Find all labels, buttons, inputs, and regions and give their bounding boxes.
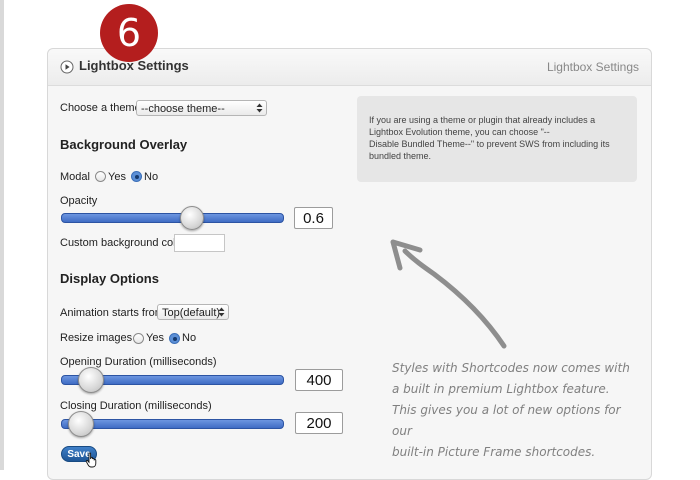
opening-duration-slider-handle[interactable]: [78, 367, 104, 393]
expand-toggle-icon[interactable]: [60, 60, 74, 74]
closing-duration-slider-handle[interactable]: [68, 411, 94, 437]
modal-label: Modal: [60, 171, 90, 183]
panel-header-caption: Lightbox Settings: [546, 60, 639, 74]
feature-annotation: Styles with Shortcodes now comes with a …: [392, 358, 642, 463]
theme-select-value: --choose theme--: [141, 103, 225, 115]
resize-images-label: Resize images: [60, 332, 133, 344]
display-options-heading: Display Options: [60, 271, 159, 286]
window-left-edge: [0, 0, 4, 470]
opacity-label: Opacity: [60, 195, 98, 207]
theme-label: Choose a theme: [60, 102, 141, 114]
info-line: Disable Bundled Theme--" to prevent SWS …: [369, 139, 610, 149]
annotation-line: This gives you a lot of new options for …: [392, 403, 621, 438]
resize-yes-label[interactable]: Yes: [146, 332, 164, 344]
resize-yes-radio[interactable]: [133, 333, 144, 344]
select-arrows-icon: [218, 307, 225, 317]
closing-duration-value-field[interactable]: 200: [295, 412, 343, 434]
annotation-line: built-in Picture Frame shortcodes.: [392, 445, 596, 459]
curved-arrow-icon: [390, 239, 507, 349]
modal-yes-radio[interactable]: [95, 171, 106, 182]
custom-background-color-input[interactable]: [174, 234, 225, 252]
resize-no-radio[interactable]: [169, 333, 180, 344]
closing-duration-slider-track[interactable]: [61, 419, 284, 429]
modal-no-radio[interactable]: [131, 171, 142, 182]
background-overlay-heading: Background Overlay: [60, 137, 188, 152]
theme-info-note: If you are using a theme or plugin that …: [357, 96, 637, 182]
select-arrows-icon: [256, 103, 263, 113]
modal-yes-label[interactable]: Yes: [108, 171, 126, 183]
info-line: Lightbox Evolution theme, you can choose…: [369, 127, 550, 137]
custom-background-color-label: Custom background color: [60, 237, 186, 249]
step-number-badge: 6: [100, 4, 158, 62]
info-line: If you are using a theme or plugin that …: [369, 115, 596, 125]
animation-start-select[interactable]: Top(default): [157, 304, 229, 320]
animation-start-label: Animation starts from: [60, 307, 164, 319]
opening-duration-label: Opening Duration (milliseconds): [60, 356, 217, 368]
modal-no-label[interactable]: No: [144, 171, 158, 183]
info-line: bundled theme.: [369, 151, 432, 161]
animation-start-value: Top(default): [162, 307, 221, 319]
opacity-value-field[interactable]: 0.6: [294, 207, 333, 229]
annotation-line: Styles with Shortcodes now comes with: [392, 361, 630, 375]
theme-select[interactable]: --choose theme--: [136, 100, 267, 116]
annotation-line: a built in premium Lightbox feature.: [392, 382, 610, 396]
opacity-slider-handle[interactable]: [180, 206, 204, 230]
resize-no-label[interactable]: No: [182, 332, 196, 344]
hand-cursor-icon: [85, 452, 97, 468]
opening-duration-value-field[interactable]: 400: [295, 369, 343, 391]
opacity-slider-track[interactable]: [61, 213, 284, 223]
